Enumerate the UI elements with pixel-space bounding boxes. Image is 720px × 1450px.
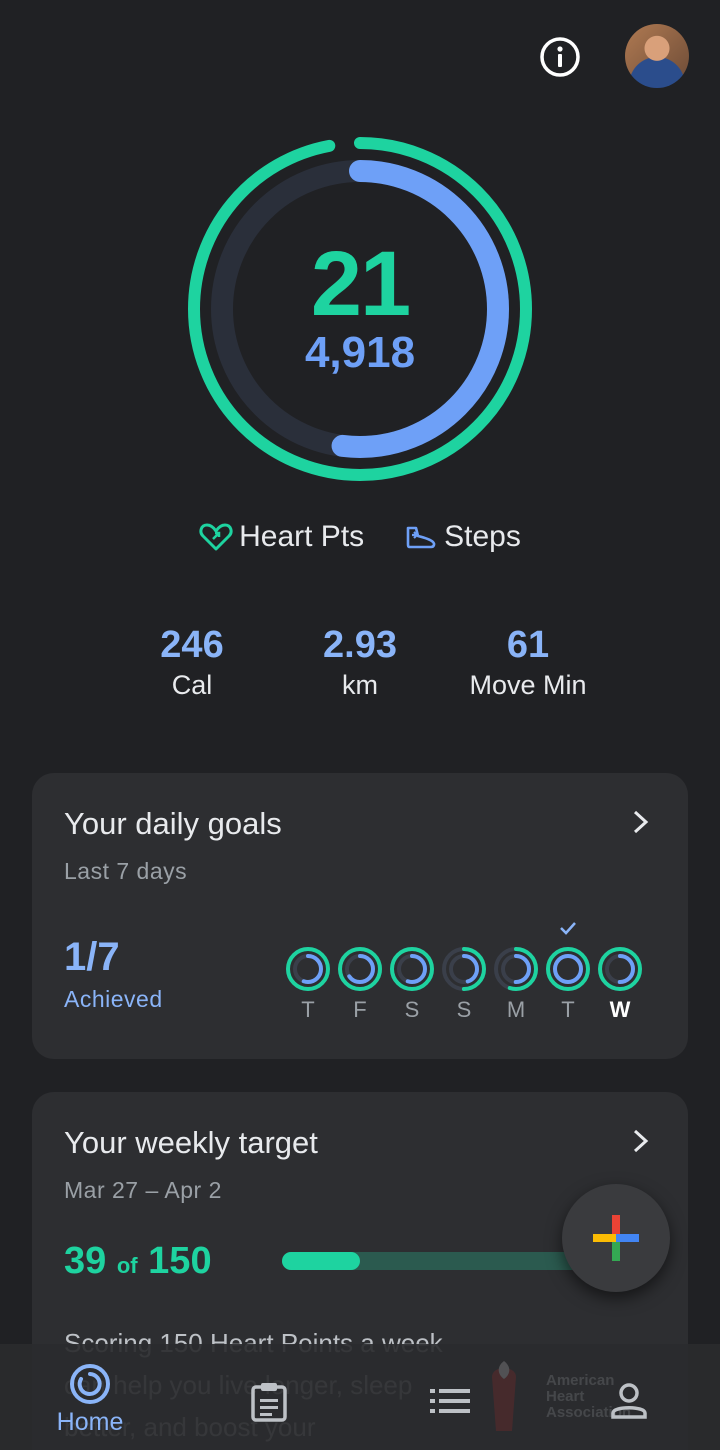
- clipboard-icon: [251, 1383, 287, 1422]
- daily-goals-days: TFSSMTW: [285, 920, 647, 1030]
- check-icon: [560, 922, 576, 935]
- day-label: T: [301, 997, 315, 1022]
- stat-move-minutes: 61 Move Min: [428, 622, 628, 702]
- weekly-target-title: Your weekly target: [64, 1125, 318, 1160]
- day-ring-icon: [286, 947, 330, 991]
- ring-legend: Heart Pts Steps: [0, 520, 720, 554]
- info-button[interactable]: [539, 36, 581, 78]
- nav-home[interactable]: Home: [40, 1362, 140, 1437]
- day-ring-icon: [494, 947, 538, 991]
- day-label: M: [506, 997, 526, 1022]
- day-2: S: [389, 920, 435, 1023]
- home-rings-icon: [70, 1364, 110, 1404]
- day-ring-icon: [390, 947, 434, 991]
- day-label: T: [561, 997, 575, 1022]
- legend-heart-label: Heart Pts: [239, 520, 365, 553]
- nav-profile[interactable]: [610, 1382, 648, 1425]
- day-ring-icon: [338, 947, 382, 991]
- weekly-progress-bar: [282, 1252, 582, 1270]
- heart-icon: [199, 523, 233, 551]
- weekly-target-subtitle: Mar 27 – Apr 2: [64, 1177, 222, 1203]
- heart-points-value: 21: [310, 233, 411, 335]
- plus-icon: [593, 1215, 639, 1261]
- move-minutes-label: Move Min: [469, 670, 587, 700]
- legend-heart-points: Heart Pts: [199, 520, 364, 554]
- day-6: W: [597, 920, 643, 1023]
- add-activity-button[interactable]: [562, 1184, 670, 1292]
- day-ring-icon: [442, 947, 486, 991]
- day-ring-icon: [546, 922, 590, 991]
- list-icon: [430, 1389, 470, 1413]
- day-1: F: [337, 920, 383, 1023]
- day-ring-icon: [598, 947, 642, 991]
- nav-home-label: Home: [56, 1408, 124, 1436]
- day-label: S: [404, 997, 420, 1022]
- weekly-progress-value: 39 of 150: [64, 1240, 212, 1283]
- nav-journal[interactable]: [250, 1382, 288, 1427]
- chevron-right-icon[interactable]: [630, 1127, 652, 1155]
- torch-icon: [492, 1361, 516, 1431]
- day-label: S: [456, 997, 472, 1022]
- info-icon: [540, 37, 580, 77]
- day-3: S: [441, 920, 487, 1023]
- avatar[interactable]: [625, 24, 689, 88]
- nav-browse[interactable]: [430, 1388, 470, 1419]
- ring-values: 21 4,918: [186, 135, 534, 483]
- daily-goals-title: Your daily goals: [64, 806, 282, 841]
- steps-value: 4,918: [304, 328, 416, 377]
- chevron-right-icon[interactable]: [630, 808, 652, 836]
- day-5: T: [545, 920, 591, 1023]
- shoe-icon: [406, 526, 436, 549]
- day-label: W: [609, 997, 631, 1022]
- legend-steps: Steps: [404, 520, 521, 554]
- day-label: F: [353, 997, 367, 1022]
- day-4: M: [493, 920, 539, 1023]
- profile-icon: [611, 1383, 647, 1419]
- achieved-label: Achieved: [64, 986, 163, 1012]
- weekly-target-number: 150: [148, 1240, 212, 1282]
- legend-steps-label: Steps: [444, 520, 521, 553]
- day-0: T: [285, 920, 331, 1023]
- weekly-points: 39: [64, 1240, 107, 1282]
- move-minutes-value: 61: [506, 624, 550, 666]
- achieved-value: 1/7: [64, 935, 120, 979]
- daily-goals-subtitle: Last 7 days: [64, 858, 188, 884]
- weekly-of: of: [116, 1253, 138, 1278]
- weekly-progress-fill: [282, 1252, 360, 1270]
- day-steps-arc: [553, 954, 583, 984]
